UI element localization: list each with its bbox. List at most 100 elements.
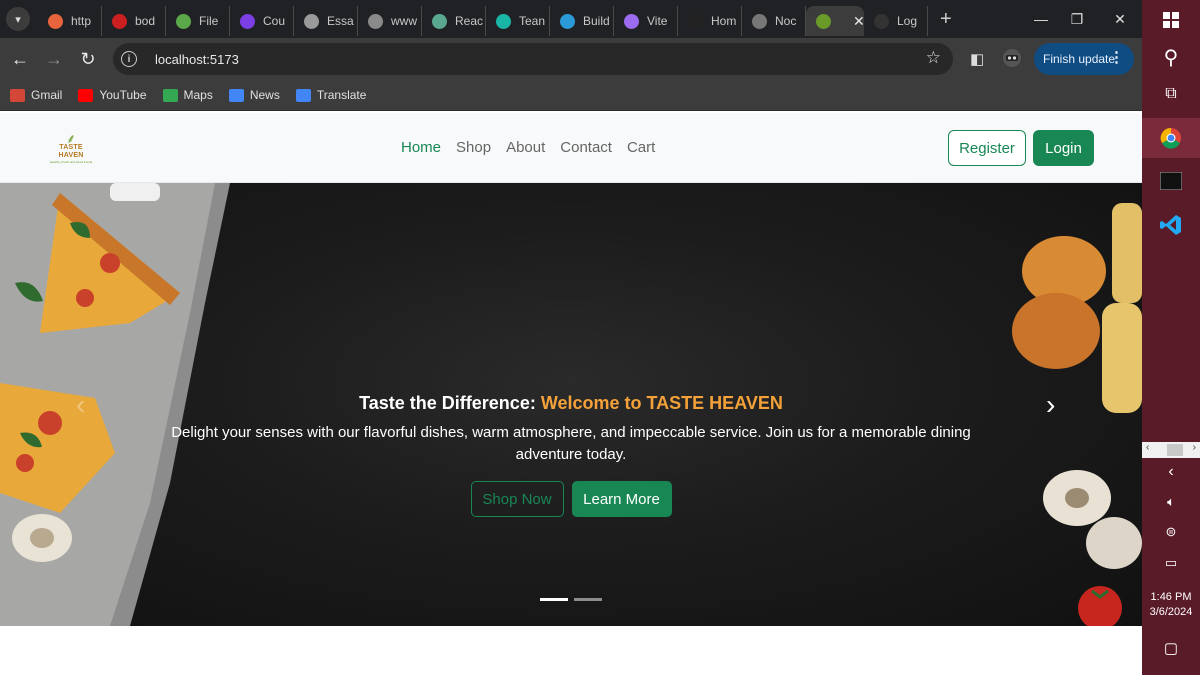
browser-tab[interactable]: Log: [864, 6, 928, 36]
windows-start-icon[interactable]: [1142, 8, 1200, 32]
tab-title: Reac: [455, 14, 484, 28]
logo-subtitle: Healthy, Fresh and Good Foods: [49, 160, 93, 164]
carousel-indicators: [540, 598, 608, 601]
side-panel-icon[interactable]: ◧: [970, 50, 984, 68]
search-icon[interactable]: ⚲: [1142, 44, 1200, 70]
github-icon: [874, 13, 889, 29]
browser-tab[interactable]: Build: [550, 6, 614, 36]
browser-tab[interactable]: Hom: [678, 6, 742, 36]
tab-strip: ▾ http bod File Cou Essa www Reac Tean Build Vite…: [0, 0, 1142, 38]
x-logo-icon: [688, 13, 703, 29]
profile-avatar[interactable]: [1002, 48, 1022, 72]
tab-list: http bod File Cou Essa www Reac Tean Build Vite Ho…: [38, 0, 928, 38]
address-bar[interactable]: i localhost:5173 ☆: [113, 43, 953, 75]
nav-link-shop[interactable]: Shop: [456, 139, 491, 156]
leaf-logo-icon: ⸙: [66, 131, 76, 146]
new-tab-button[interactable]: +: [940, 8, 962, 31]
task-view-icon[interactable]: ⧉: [1142, 82, 1200, 106]
browser-tab[interactable]: ✕: [806, 6, 864, 36]
hero-title-accent: Welcome to TASTE HEAVEN: [540, 393, 783, 413]
nav-link-contact[interactable]: Contact: [560, 139, 612, 156]
clock-date: 3/6/2024: [1149, 606, 1193, 618]
chevron-left-icon[interactable]: ‹: [1142, 462, 1200, 482]
horizontal-scrollbar[interactable]: ‹ ›: [1142, 442, 1200, 458]
bookmark-label: News: [249, 88, 280, 102]
browser-tab[interactable]: bod: [102, 6, 166, 36]
vite-icon: [624, 13, 639, 29]
finish-update-button[interactable]: Finish update ⋮: [1034, 43, 1134, 75]
browser-window: ▾ http bod File Cou Essa www Reac Tean Build Vite…: [0, 0, 1142, 675]
youtube-icon: [78, 88, 94, 102]
vscode-icon[interactable]: [1142, 208, 1200, 242]
site-navbar: ⸙ TASTE HAVEN Healthy, Fresh and Good Fo…: [0, 113, 1142, 183]
browser-tab[interactable]: Essa: [294, 6, 358, 36]
scroll-thumb[interactable]: [1167, 444, 1183, 456]
login-button[interactable]: Login: [1033, 130, 1094, 166]
hero-caption: Taste the Difference: Welcome to TASTE H…: [0, 393, 1142, 517]
tab-title: www: [391, 14, 417, 28]
translate-icon: [295, 88, 311, 102]
u-circle-icon: [368, 13, 383, 29]
tab-title: Cou: [263, 14, 286, 28]
hero-carousel: ‹ › Taste the Difference: Welcome to TAS…: [0, 183, 1142, 626]
browser-tab[interactable]: http: [38, 6, 102, 36]
browser-toolbar: ← → ↻ i localhost:5173 ☆ ◧ Finish update…: [0, 38, 1142, 80]
bookmark-maps[interactable]: Maps: [162, 88, 213, 102]
tab-title: Noc: [775, 14, 797, 28]
learn-more-button[interactable]: Learn More: [571, 481, 672, 517]
address-url: localhost:5173: [155, 51, 239, 67]
reload-button[interactable]: ↻: [71, 42, 105, 76]
windows-taskbar: ⚲ ⧉ ‹ 🔈︎ ⊜ ▭ ▢: [1142, 0, 1200, 675]
browser-tab[interactable]: Tean: [486, 6, 550, 36]
browser-tab[interactable]: Noc: [742, 6, 806, 36]
nav-link-about[interactable]: About: [506, 139, 545, 156]
tab-search-button[interactable]: ▾: [6, 7, 30, 31]
bookmark-news[interactable]: News: [228, 88, 280, 102]
scroll-left-icon[interactable]: ‹: [1146, 442, 1149, 453]
register-button[interactable]: Register: [948, 130, 1026, 166]
tab-title: File: [199, 14, 219, 28]
bookmark-star-icon[interactable]: ☆: [926, 48, 941, 68]
forward-button[interactable]: →: [37, 42, 71, 76]
tab-title: Vite: [647, 14, 668, 28]
diamond-icon: [496, 13, 511, 29]
browser-tab[interactable]: www: [358, 6, 422, 36]
terminal-icon[interactable]: [1142, 164, 1200, 198]
browser-tab[interactable]: Vite: [614, 6, 678, 36]
bookmark-youtube[interactable]: YouTube: [78, 88, 147, 102]
bookmark-translate[interactable]: Translate: [295, 88, 366, 102]
scroll-right-icon[interactable]: ›: [1193, 442, 1196, 453]
restore-button[interactable]: ❐: [1054, 0, 1100, 38]
u-logo-icon: [240, 13, 255, 29]
shop-now-button[interactable]: Shop Now: [470, 481, 564, 517]
nav-link-cart[interactable]: Cart: [627, 139, 655, 156]
bookmark-gmail[interactable]: Gmail: [10, 88, 62, 102]
tab-title: Essa: [327, 14, 354, 28]
notification-icon[interactable]: ▢: [1142, 638, 1200, 658]
bookmark-label: Maps: [183, 88, 213, 102]
battery-icon[interactable]: ▭: [1142, 553, 1200, 573]
close-window-button[interactable]: ✕: [1097, 0, 1143, 38]
gmail-icon: [10, 88, 25, 102]
network-icon[interactable]: ⊜: [1142, 522, 1200, 542]
browser-tab[interactable]: Reac: [422, 6, 486, 36]
chrome-icon[interactable]: [1142, 118, 1200, 158]
nav-link-home[interactable]: Home: [401, 139, 441, 156]
carousel-indicator[interactable]: [540, 598, 568, 601]
close-tab-icon[interactable]: ✕: [853, 13, 864, 30]
browser-tab[interactable]: Cou: [230, 6, 294, 36]
dotted-cross-icon: [560, 13, 575, 29]
back-button[interactable]: ←: [3, 42, 37, 76]
bookmark-label: Gmail: [31, 88, 63, 102]
hero-buttons: Shop Now Learn More: [0, 481, 1142, 517]
carousel-indicator[interactable]: [574, 598, 602, 601]
tab-title: http: [71, 14, 92, 28]
bookmarks-bar: Gmail YouTube Maps News Translate: [0, 80, 1142, 111]
tab-title: bod: [135, 14, 156, 28]
site-info-icon[interactable]: i: [121, 51, 137, 67]
hero-title-prefix: Taste the Difference:: [359, 393, 541, 413]
volume-icon[interactable]: 🔈︎: [1142, 492, 1200, 512]
browser-tab[interactable]: File: [166, 6, 230, 36]
taskbar-clock[interactable]: 1:46 PM 3/6/2024: [1142, 590, 1200, 620]
taste-haven-logo[interactable]: ⸙ TASTE HAVEN Healthy, Fresh and Good Fo…: [48, 131, 94, 164]
